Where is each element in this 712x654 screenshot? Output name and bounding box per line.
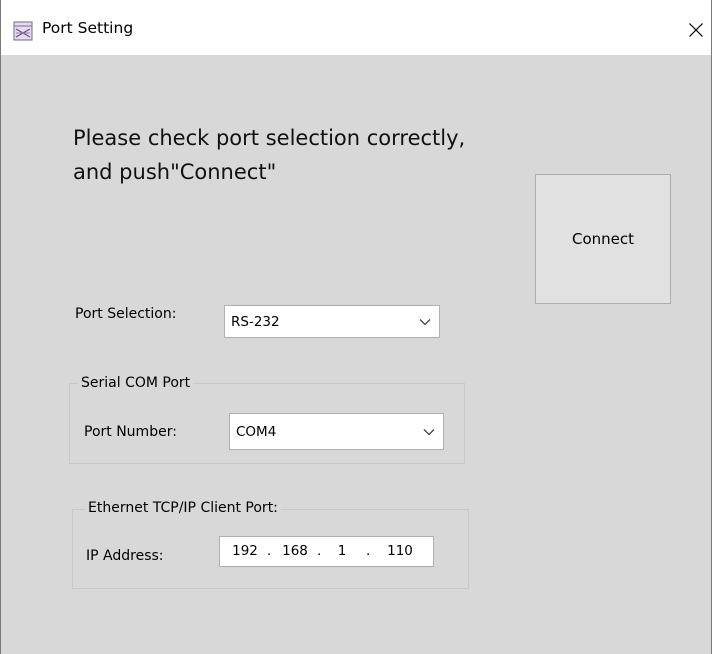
app-icon (13, 21, 33, 41)
port-number-value: COM4 (236, 423, 277, 440)
close-button[interactable] (681, 12, 711, 48)
ip-octet-4[interactable]: 110 (383, 543, 417, 559)
port-setting-window: Port Setting Please check port selection… (0, 0, 712, 654)
ip-address-label: IP Address: (86, 548, 164, 564)
ip-octet-1[interactable]: 192 (230, 543, 260, 559)
port-selection-value: RS-232 (231, 313, 280, 330)
port-number-label: Port Number: (84, 424, 177, 440)
close-icon (689, 23, 703, 37)
port-selection-dropdown[interactable]: RS-232 (224, 305, 440, 338)
ethernet-group-title: Ethernet TCP/IP Client Port: (85, 500, 281, 516)
ip-address-field[interactable]: 192 . 168 . 1 . 110 (219, 536, 434, 567)
ip-separator: . (366, 543, 371, 559)
title-bar: Port Setting (1, 0, 711, 55)
chevron-down-icon (419, 318, 431, 325)
connect-button[interactable]: Connect (535, 174, 671, 304)
ip-octet-2[interactable]: 168 (280, 543, 310, 559)
port-selection-label: Port Selection: (75, 306, 177, 322)
ip-separator: . (267, 543, 272, 559)
ip-octet-3[interactable]: 1 (332, 543, 352, 559)
serial-group-title: Serial COM Port (78, 375, 194, 391)
window-title: Port Setting (42, 19, 134, 37)
instructions-text: Please check port selection correctly, a… (73, 126, 466, 184)
ip-separator: . (317, 543, 322, 559)
port-number-dropdown[interactable]: COM4 (229, 413, 444, 450)
connect-button-label: Connect (571, 230, 635, 248)
chevron-down-icon (423, 428, 435, 435)
